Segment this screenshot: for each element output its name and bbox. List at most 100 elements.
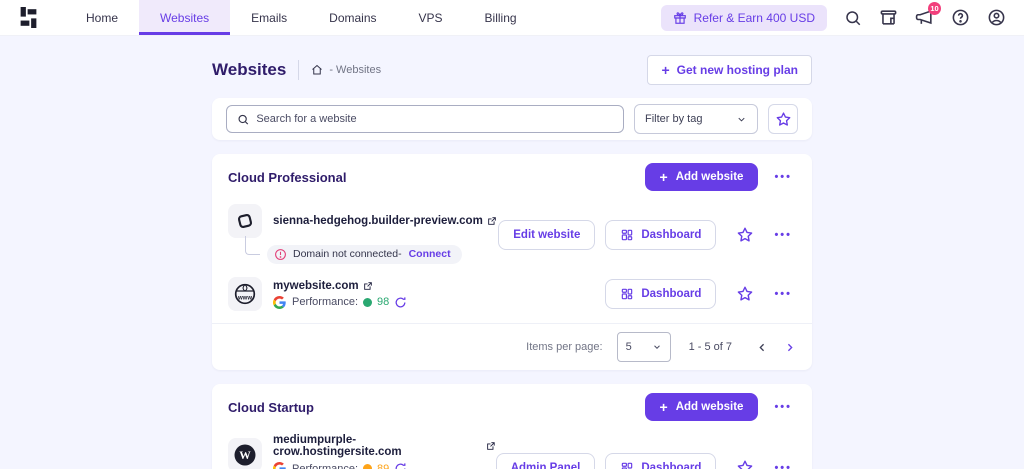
nav-item-domains[interactable]: Domains bbox=[308, 0, 397, 35]
performance-label: Performance: bbox=[292, 296, 359, 308]
top-navigation-bar: Home Websites Emails Domains VPS Billing… bbox=[0, 0, 1024, 36]
account-button[interactable] bbox=[987, 8, 1006, 27]
nav-item-websites[interactable]: Websites bbox=[139, 0, 231, 35]
pagination-range: 1 - 5 of 7 bbox=[688, 341, 732, 353]
website-domain-link[interactable]: sienna-hedgehog.builder-preview.com bbox=[273, 215, 497, 227]
section-title: Cloud Startup bbox=[228, 399, 314, 415]
plus-icon: + bbox=[659, 169, 668, 185]
connect-link[interactable]: Connect bbox=[409, 248, 451, 260]
filter-by-tag-select[interactable]: Filter by tag bbox=[634, 104, 758, 134]
website-menu-button[interactable]: ••• bbox=[770, 286, 796, 302]
performance-line: Performance: 89 bbox=[273, 462, 496, 469]
dashboard-button[interactable]: Dashboard bbox=[605, 219, 717, 250]
website-search-field[interactable] bbox=[226, 105, 624, 133]
next-page-button[interactable] bbox=[783, 341, 796, 354]
dashboard-button[interactable]: Dashboard bbox=[605, 453, 717, 469]
section-header: Cloud Startup + Add website ••• bbox=[212, 384, 812, 428]
chevron-right-icon bbox=[787, 343, 793, 351]
dashboard-grid-icon bbox=[622, 462, 633, 469]
account-icon bbox=[988, 9, 1005, 26]
website-menu-button[interactable]: ••• bbox=[770, 460, 796, 469]
admin-panel-button[interactable]: Admin Panel bbox=[495, 453, 596, 469]
favorites-filter-button[interactable] bbox=[768, 104, 798, 134]
dashboard-label: Dashboard bbox=[641, 462, 702, 469]
dashboard-label: Dashboard bbox=[641, 288, 702, 300]
domain-text: mywebsite.com bbox=[273, 279, 359, 292]
favorite-website-button[interactable] bbox=[736, 226, 754, 244]
add-website-button[interactable]: + Add website bbox=[644, 393, 759, 421]
star-icon bbox=[738, 460, 753, 469]
svg-text:www: www bbox=[237, 296, 252, 302]
help-button[interactable] bbox=[951, 8, 970, 27]
storefront-icon bbox=[880, 10, 897, 25]
section-menu-button[interactable]: ••• bbox=[770, 399, 796, 415]
previous-page-button[interactable] bbox=[756, 341, 769, 354]
page-header: Websites - Websites + Get new hosting pl… bbox=[212, 55, 812, 85]
refresh-icon[interactable] bbox=[394, 296, 407, 309]
refer-earn-button[interactable]: Refer & Earn 400 USD bbox=[660, 4, 827, 31]
search-button[interactable] bbox=[844, 9, 862, 27]
wordpress-icon: W bbox=[228, 437, 262, 469]
topbar-actions: Refer & Earn 400 USD 10 bbox=[660, 0, 1006, 35]
dashboard-grid-icon bbox=[622, 288, 633, 300]
website-domain-link[interactable]: mediumpurple-crow.hostingersite.com bbox=[273, 434, 496, 458]
search-filter-card: Filter by tag bbox=[212, 98, 812, 140]
nav-item-emails[interactable]: Emails bbox=[230, 0, 308, 35]
nav-item-billing[interactable]: Billing bbox=[464, 0, 538, 35]
section-menu-button[interactable]: ••• bbox=[770, 169, 796, 185]
section-cloud-startup: Cloud Startup + Add website ••• W medium… bbox=[212, 384, 812, 469]
star-icon bbox=[776, 111, 790, 126]
filter-label: Filter by tag bbox=[645, 113, 703, 125]
divider bbox=[298, 60, 300, 80]
domain-not-connected-pill: Domain not connected- Connect bbox=[267, 244, 462, 264]
dashboard-button[interactable]: Dashboard bbox=[605, 279, 717, 309]
favorite-website-button[interactable] bbox=[736, 459, 754, 469]
add-website-label: Add website bbox=[675, 171, 744, 183]
star-icon bbox=[738, 286, 753, 301]
domain-text: sienna-hedgehog.builder-preview.com bbox=[273, 215, 483, 227]
www-globe-icon: www bbox=[228, 277, 262, 311]
refresh-icon[interactable] bbox=[394, 462, 407, 469]
domain-text: mediumpurple-crow.hostingersite.com bbox=[273, 434, 402, 458]
website-domain-link[interactable]: mywebsite.com bbox=[273, 280, 407, 292]
main-content: Websites - Websites + Get new hosting pl… bbox=[212, 55, 812, 469]
website-actions: Dashboard ••• bbox=[605, 279, 796, 309]
chevron-down-icon bbox=[653, 345, 660, 349]
items-per-page-select[interactable]: 5 bbox=[616, 332, 671, 362]
plus-icon: + bbox=[659, 399, 668, 415]
website-actions: Edit website Dashboard ••• bbox=[498, 219, 796, 250]
star-icon bbox=[738, 227, 753, 242]
refer-earn-label: Refer & Earn 400 USD bbox=[693, 10, 815, 25]
store-button[interactable] bbox=[879, 8, 898, 27]
performance-dot bbox=[363, 297, 373, 307]
performance-line: Performance: 98 bbox=[273, 295, 407, 309]
nav-item-vps[interactable]: VPS bbox=[398, 0, 464, 35]
nav-item-home[interactable]: Home bbox=[65, 0, 139, 35]
hostinger-logo[interactable] bbox=[18, 0, 39, 35]
search-input[interactable] bbox=[256, 113, 613, 125]
external-link-icon bbox=[487, 442, 495, 450]
website-row: www mywebsite.com Performance: 98 Dashbo… bbox=[212, 271, 812, 317]
performance-value: 98 bbox=[377, 296, 390, 308]
website-builder-icon bbox=[228, 204, 262, 238]
favorite-website-button[interactable] bbox=[736, 285, 754, 303]
website-row: sienna-hedgehog.builder-preview.com Doma… bbox=[212, 198, 812, 271]
warning-icon bbox=[275, 248, 286, 260]
breadcrumb-current: - Websites bbox=[329, 64, 382, 76]
help-icon bbox=[952, 9, 969, 26]
website-menu-button[interactable]: ••• bbox=[770, 227, 796, 243]
items-per-page-value: 5 bbox=[625, 341, 632, 353]
performance-dot bbox=[363, 464, 373, 469]
get-new-hosting-plan-button[interactable]: + Get new hosting plan bbox=[647, 55, 812, 85]
add-website-button[interactable]: + Add website bbox=[644, 163, 759, 191]
page-title: Websites bbox=[212, 60, 287, 79]
search-icon bbox=[238, 114, 249, 125]
home-icon bbox=[312, 64, 323, 75]
edit-website-button[interactable]: Edit website bbox=[498, 219, 596, 250]
plus-icon: + bbox=[661, 62, 670, 78]
pagination: Items per page: 5 1 - 5 of 7 bbox=[212, 323, 812, 370]
performance-label: Performance: bbox=[292, 462, 359, 469]
notifications-button[interactable]: 10 bbox=[915, 2, 941, 27]
section-title: Cloud Professional bbox=[228, 169, 347, 185]
cta-label: Get new hosting plan bbox=[676, 63, 798, 77]
